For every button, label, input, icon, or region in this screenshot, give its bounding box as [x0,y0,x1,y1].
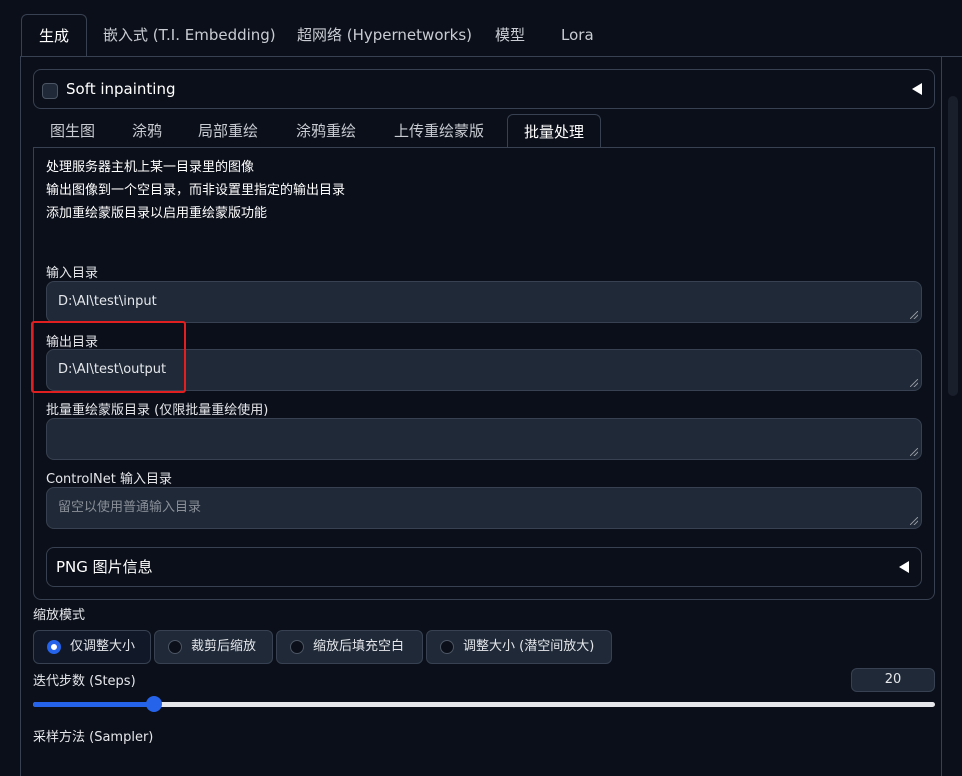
controlnet-dir-field[interactable]: 留空以使用普通输入目录 [46,487,922,529]
resize-option-label: 缩放后填充空白 [313,639,405,654]
tab-embedding[interactable]: 嵌入式 (T.I. Embedding) [86,14,293,57]
steps-slider-fill [33,702,154,707]
input-dir-field[interactable]: D:\AI\test\input [46,281,922,323]
input-dir-label: 输入目录 [46,266,99,281]
radio-selected-icon [47,640,61,654]
collapse-triangle-icon[interactable] [912,83,922,95]
mask-dir-field[interactable] [46,418,922,460]
subtab-inpaint[interactable]: 局部重绘 [182,114,274,148]
collapse-triangle-icon[interactable] [899,561,909,573]
highlight-box [31,321,186,393]
resize-grip-icon[interactable] [910,311,918,319]
sampler-label: 采样方法 (Sampler) [33,730,154,745]
resize-option-crop-resize[interactable]: 裁剪后缩放 [154,630,273,664]
resize-mode-label: 缩放模式 [33,608,86,623]
png-info-label: PNG 图片信息 [56,558,153,576]
soft-inpainting-checkbox[interactable] [42,83,58,99]
resize-grip-icon[interactable] [910,379,918,387]
batch-desc-3: 添加重绘蒙版目录以启用重绘蒙版功能 [46,206,268,221]
subtab-batch[interactable]: 批量处理 [507,114,602,148]
resize-option-just-resize[interactable]: 仅调整大小 [33,630,151,664]
radio-icon [168,640,182,654]
soft-inpainting-label: Soft inpainting [66,80,176,98]
scrollbar[interactable] [948,96,958,396]
subtab-sketch[interactable]: 涂鸦 [116,114,178,148]
mask-dir-label: 批量重绘蒙版目录 (仅限批量重绘使用) [46,403,269,418]
radio-icon [440,640,454,654]
soft-inpainting-accordion[interactable]: Soft inpainting [33,69,935,109]
subtab-inpaint-upload[interactable]: 上传重绘蒙版 [378,114,500,148]
steps-number-input[interactable]: 20 [851,668,935,692]
batch-desc-2: 输出图像到一个空目录，而非设置里指定的输出目录 [46,183,346,198]
tab-generate[interactable]: 生成 [21,14,88,57]
resize-grip-icon[interactable] [910,448,918,456]
tab-models[interactable]: 模型 [478,14,542,57]
png-info-accordion[interactable]: PNG 图片信息 [46,547,922,587]
resize-option-label: 调整大小 (潜空间放大) [463,639,595,654]
batch-desc-1: 处理服务器主机上某一目录里的图像 [46,160,255,175]
tab-hypernetworks[interactable]: 超网络 (Hypernetworks) [280,14,489,57]
tab-lora[interactable]: Lora [544,14,611,57]
resize-option-latent-upscale[interactable]: 调整大小 (潜空间放大) [426,630,612,664]
resize-option-label: 裁剪后缩放 [191,639,257,654]
radio-icon [290,640,304,654]
input-dir-value: D:\AI\test\input [58,294,157,309]
steps-slider-track[interactable] [33,702,935,707]
controlnet-dir-placeholder: 留空以使用普通输入目录 [58,500,202,515]
subtab-inpaint-sketch[interactable]: 涂鸦重绘 [280,114,372,148]
resize-option-label: 仅调整大小 [70,639,136,654]
subtab-img2img[interactable]: 图生图 [34,114,111,148]
resize-grip-icon[interactable] [910,517,918,525]
controlnet-dir-label: ControlNet 输入目录 [46,472,172,487]
steps-slider-thumb[interactable] [146,696,162,712]
steps-label: 迭代步数 (Steps) [33,674,136,689]
resize-option-resize-fill[interactable]: 缩放后填充空白 [276,630,423,664]
